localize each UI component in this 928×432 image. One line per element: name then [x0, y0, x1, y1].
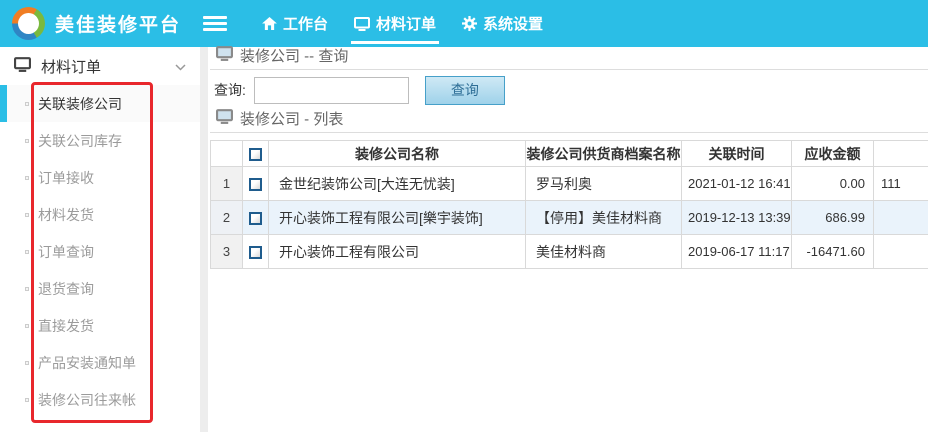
- bullet-icon: [25, 361, 29, 365]
- sidebar-item-return-query[interactable]: 退货查询: [0, 270, 200, 307]
- row-select-cell: [242, 166, 269, 201]
- monitor-icon: [354, 16, 371, 31]
- list-section-title: 装修公司 - 列表: [240, 111, 344, 128]
- extra-cell: 111: [873, 166, 928, 201]
- row-number: 3: [210, 234, 243, 269]
- bullet-icon: [25, 324, 29, 328]
- sidebar-item-label: 退货查询: [38, 280, 94, 297]
- bullet-icon: [25, 102, 29, 106]
- sidebar-item-label: 订单接收: [38, 169, 94, 186]
- receivable-cell: -16471.60: [791, 234, 874, 269]
- sidebar-item-direct-shipment[interactable]: 直接发货: [0, 307, 200, 344]
- row-number: 2: [210, 200, 243, 235]
- top-nav: 工作台 材料订单 系统设置: [249, 0, 556, 47]
- column-header-supplier-name: 装修公司供货商档案名称: [525, 140, 682, 167]
- sidebar: 材料订单 关联装修公司 关联公司库存 订单接收 材料发货 订单查询 退货查询 直…: [0, 47, 200, 432]
- company-name-cell: 开心装饰工程有限公司: [268, 234, 526, 269]
- chevron-down-icon: [175, 58, 186, 75]
- row-checkbox[interactable]: [249, 212, 262, 226]
- nav-item-label: 工作台: [283, 16, 329, 33]
- nav-item-system-settings[interactable]: 系统设置: [449, 0, 556, 47]
- extra-cell: [873, 200, 928, 235]
- menu-toggle-button[interactable]: [203, 13, 228, 34]
- sidebar-item-order-receive[interactable]: 订单接收: [0, 159, 200, 196]
- row-number: 1: [210, 166, 243, 201]
- monitor-icon: [216, 109, 233, 129]
- bullet-icon: [25, 398, 29, 402]
- linked-time-cell: 2021-01-12 16:41: [681, 166, 792, 201]
- column-header-company-name: 装修公司名称: [268, 140, 526, 167]
- supplier-name-cell: 美佳材料商: [525, 234, 682, 269]
- sidebar-item-install-notice[interactable]: 产品安装通知单: [0, 344, 200, 381]
- sidebar-item-label: 关联公司库存: [38, 132, 122, 149]
- row-checkbox[interactable]: [249, 246, 262, 260]
- bullet-icon: [25, 213, 29, 217]
- column-header-extra: [873, 140, 928, 167]
- select-all-header: [242, 140, 269, 167]
- receivable-cell: 686.99: [791, 200, 874, 235]
- sidebar-item-label: 关联装修公司: [38, 95, 122, 112]
- nav-item-workbench[interactable]: 工作台: [249, 0, 341, 47]
- sidebar-group-material-orders[interactable]: 材料订单: [0, 47, 200, 85]
- brand-title: 美佳装修平台: [55, 15, 182, 36]
- app-window: 美佳装修平台 工作台 材料订单 系统设置 材料订单 关联装修公司 关联公司库存 …: [0, 0, 928, 432]
- sidebar-menu: 关联装修公司 关联公司库存 订单接收 材料发货 订单查询 退货查询 直接发货 产…: [0, 85, 200, 418]
- company-table: 装修公司名称 装修公司供货商档案名称 关联时间 应收金额 1 金世纪装饰公司[大…: [210, 140, 928, 269]
- bullet-icon: [25, 139, 29, 143]
- sidebar-item-label: 产品安装通知单: [38, 354, 136, 371]
- table-header-row: 装修公司名称 装修公司供货商档案名称 关联时间 应收金额: [210, 140, 928, 167]
- sidebar-item-order-query[interactable]: 订单查询: [0, 233, 200, 270]
- sidebar-item-link-decoration-company[interactable]: 关联装修公司: [0, 85, 200, 122]
- top-bar: 美佳装修平台 工作台 材料订单 系统设置: [0, 0, 928, 47]
- sidebar-main-divider: [200, 47, 208, 432]
- supplier-name-cell: 罗马利奥: [525, 166, 682, 201]
- linked-time-cell: 2019-06-17 11:17: [681, 234, 792, 269]
- sidebar-item-company-account[interactable]: 装修公司往来帐: [0, 381, 200, 418]
- query-form: 查询: 查询: [210, 70, 928, 110]
- select-all-checkbox[interactable]: [249, 148, 262, 162]
- sidebar-group-label: 材料订单: [41, 58, 102, 76]
- sidebar-item-label: 直接发货: [38, 317, 94, 334]
- table-row[interactable]: 3 开心装饰工程有限公司 美佳材料商 2019-06-17 11:17 -164…: [210, 234, 928, 269]
- nav-item-label: 系统设置: [483, 16, 544, 33]
- main-panel: 装修公司 -- 查询 查询: 查询 装修公司 - 列表 装修公司名称 装修公司供…: [208, 46, 928, 432]
- query-section-title: 装修公司 -- 查询: [240, 48, 349, 65]
- query-section-header: 装修公司 -- 查询: [210, 46, 928, 70]
- nav-item-material-orders[interactable]: 材料订单: [341, 0, 449, 47]
- brand-logo-icon: [12, 7, 45, 40]
- extra-cell: [873, 234, 928, 269]
- sidebar-item-material-shipment[interactable]: 材料发货: [0, 196, 200, 233]
- home-icon: [262, 17, 277, 30]
- content-layout: 材料订单 关联装修公司 关联公司库存 订单接收 材料发货 订单查询 退货查询 直…: [0, 46, 928, 432]
- receivable-cell: 0.00: [791, 166, 874, 201]
- linked-time-cell: 2019-12-13 13:39: [681, 200, 792, 235]
- monitor-icon: [216, 46, 233, 66]
- query-label: 查询:: [214, 82, 246, 98]
- nav-item-label: 材料订单: [376, 16, 437, 33]
- sidebar-item-label: 材料发货: [38, 206, 94, 223]
- brand-logo-center: [18, 13, 39, 34]
- query-button[interactable]: 查询: [424, 75, 505, 105]
- row-checkbox[interactable]: [249, 178, 262, 192]
- gear-icon: [462, 16, 478, 31]
- row-number-header: [210, 140, 243, 167]
- supplier-name-cell: 【停用】美佳材料商: [525, 200, 682, 235]
- row-select-cell: [242, 234, 269, 269]
- sidebar-item-linked-company-stock[interactable]: 关联公司库存: [0, 122, 200, 159]
- monitor-icon: [14, 56, 31, 76]
- bullet-icon: [25, 250, 29, 254]
- column-header-linked-time: 关联时间: [681, 140, 792, 167]
- sidebar-item-label: 装修公司往来帐: [38, 391, 136, 408]
- bullet-icon: [25, 176, 29, 180]
- company-name-cell: 开心装饰工程有限公司[樂宇装饰]: [268, 200, 526, 235]
- list-section-header: 装修公司 - 列表: [210, 109, 928, 133]
- table-row[interactable]: 1 金世纪装饰公司[大连无忧装] 罗马利奥 2021-01-12 16:41 0…: [210, 166, 928, 201]
- query-input[interactable]: [253, 76, 409, 104]
- column-header-receivable: 应收金额: [791, 140, 874, 167]
- table-row[interactable]: 2 开心装饰工程有限公司[樂宇装饰] 【停用】美佳材料商 2019-12-13 …: [210, 200, 928, 235]
- row-select-cell: [242, 200, 269, 235]
- company-name-cell: 金世纪装饰公司[大连无忧装]: [268, 166, 526, 201]
- sidebar-item-label: 订单查询: [38, 243, 94, 260]
- bullet-icon: [25, 287, 29, 291]
